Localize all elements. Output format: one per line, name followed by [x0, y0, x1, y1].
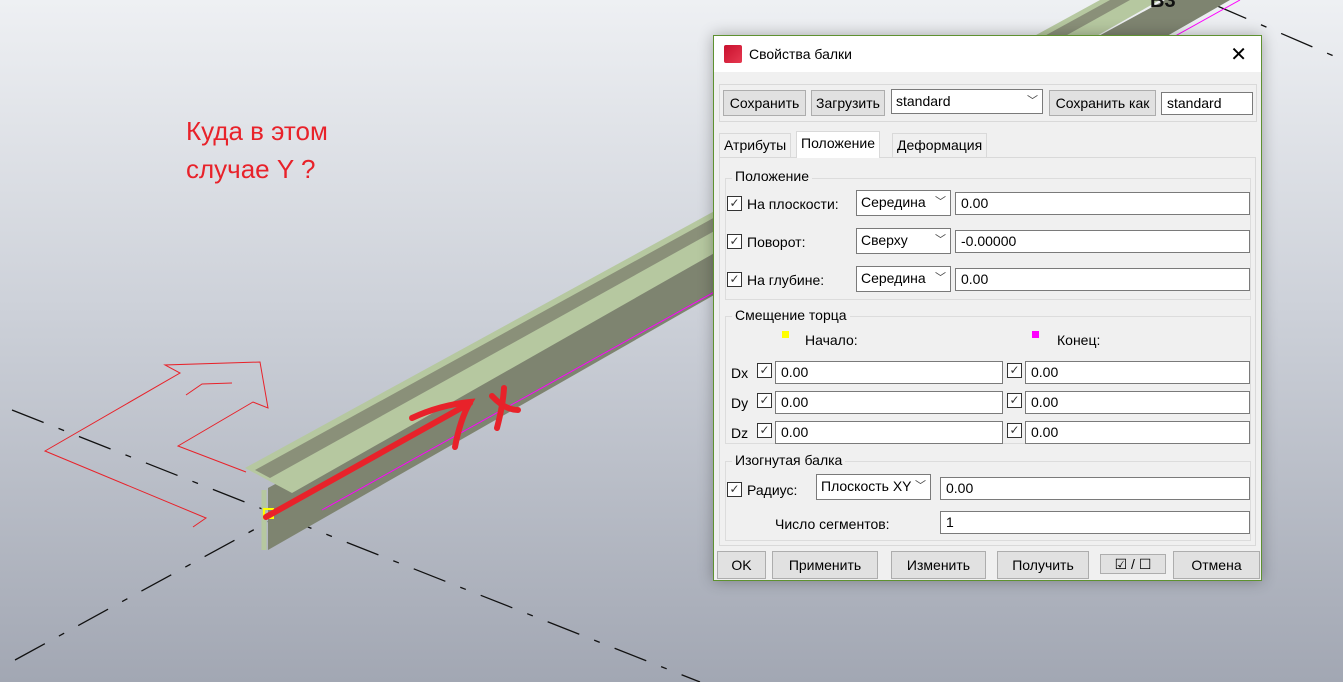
depth-option: Середина [861, 270, 926, 286]
dx-start-input[interactable]: 0.00 [775, 361, 1003, 384]
title-bar[interactable]: Свойства балки ✕ [714, 36, 1261, 72]
beam-label: B3 [1150, 0, 1176, 12]
annotation-text: Куда в этом случае Y ? [186, 116, 328, 184]
radius-checkbox[interactable]: ✓ [727, 482, 742, 497]
segments-input[interactable]: 1 [940, 511, 1250, 534]
save-button[interactable]: Сохранить [723, 90, 806, 116]
dz-end-input[interactable]: 0.00 [1025, 421, 1250, 444]
dz-label: Dz [731, 425, 749, 441]
cancel-button[interactable]: Отмена [1173, 551, 1260, 579]
rotation-input[interactable]: -0.00000 [955, 230, 1250, 253]
dialog-title: Свойства балки [749, 46, 852, 62]
on-plane-select[interactable]: Середина ﹀ [856, 190, 951, 216]
tab-deformation[interactable]: Деформация [892, 133, 988, 157]
on-plane-option: Середина [861, 194, 926, 210]
save-as-name-input[interactable]: standard [1161, 92, 1253, 115]
dz-start-checkbox[interactable]: ✓ [757, 423, 772, 438]
preset-value: standard [896, 93, 951, 109]
ok-button[interactable]: OK [717, 551, 766, 579]
beam-properties-dialog: Свойства балки ✕ Сохранить Загрузить sta… [713, 35, 1262, 581]
radius-label: Радиус: [747, 482, 798, 498]
coordinate-symbol [43, 361, 269, 528]
get-button[interactable]: Получить [997, 551, 1089, 579]
chevron-down-icon: ﹀ [915, 480, 926, 492]
end-offset-group-label: Смещение торца [732, 307, 850, 323]
dx-end-input[interactable]: 0.00 [1025, 361, 1250, 384]
load-button[interactable]: Загрузить [811, 90, 885, 116]
depth-select[interactable]: Середина ﹀ [856, 266, 951, 292]
dz-start-input[interactable]: 0.00 [775, 421, 1003, 444]
tab-panel-position: Положение ✓ На плоскости: Середина ﹀ 0.00… [719, 157, 1256, 546]
app-icon [724, 45, 742, 63]
on-plane-checkbox[interactable]: ✓ [727, 196, 742, 211]
tab-attributes[interactable]: Атрибуты [719, 133, 792, 157]
segments-label: Число сегментов: [775, 516, 890, 532]
curved-beam-group-label: Изогнутая балка [732, 452, 846, 468]
position-group-label: Положение [732, 168, 812, 184]
depth-checkbox[interactable]: ✓ [727, 272, 742, 287]
dy-label: Dy [731, 395, 749, 411]
apply-button[interactable]: Применить [772, 551, 878, 579]
end-label: Конец: [1057, 332, 1101, 348]
dx-label: Dx [731, 365, 749, 381]
dy-end-checkbox[interactable]: ✓ [1007, 393, 1022, 408]
dy-start-checkbox[interactable]: ✓ [757, 393, 772, 408]
preset-select[interactable]: standard ﹀ [891, 89, 1043, 114]
dx-end-checkbox[interactable]: ✓ [1007, 363, 1022, 378]
dy-end-input[interactable]: 0.00 [1025, 391, 1250, 414]
toggle-checkboxes-button[interactable]: ☑ / ☐ [1100, 554, 1166, 574]
chevron-down-icon: ﹀ [1027, 95, 1038, 107]
close-icon[interactable]: ✕ [1230, 42, 1247, 67]
dy-start-input[interactable]: 0.00 [775, 391, 1003, 414]
start-label: Начало: [805, 332, 858, 348]
depth-label: На глубине: [747, 272, 825, 288]
chevron-down-icon: ﹀ [935, 234, 946, 246]
chevron-down-icon: ﹀ [935, 272, 946, 284]
rotation-option: Сверху [861, 232, 908, 248]
modify-button[interactable]: Изменить [891, 551, 986, 579]
start-marker-icon [782, 331, 789, 338]
plane-select[interactable]: Плоскость XY ﹀ [816, 474, 931, 500]
dx-start-checkbox[interactable]: ✓ [757, 363, 772, 378]
rotation-checkbox[interactable]: ✓ [727, 234, 742, 249]
tab-position[interactable]: Положение [796, 131, 880, 158]
on-plane-label: На плоскости: [747, 196, 839, 212]
plane-option: Плоскость XY [821, 478, 912, 494]
save-as-button[interactable]: Сохранить как [1049, 90, 1156, 116]
depth-input[interactable]: 0.00 [955, 268, 1250, 291]
rotation-select[interactable]: Сверху ﹀ [856, 228, 951, 254]
dz-end-checkbox[interactable]: ✓ [1007, 423, 1022, 438]
chevron-down-icon: ﹀ [935, 196, 946, 208]
end-marker-icon [1032, 331, 1039, 338]
on-plane-input[interactable]: 0.00 [955, 192, 1250, 215]
radius-input[interactable]: 0.00 [940, 477, 1250, 500]
rotation-label: Поворот: [747, 234, 806, 250]
